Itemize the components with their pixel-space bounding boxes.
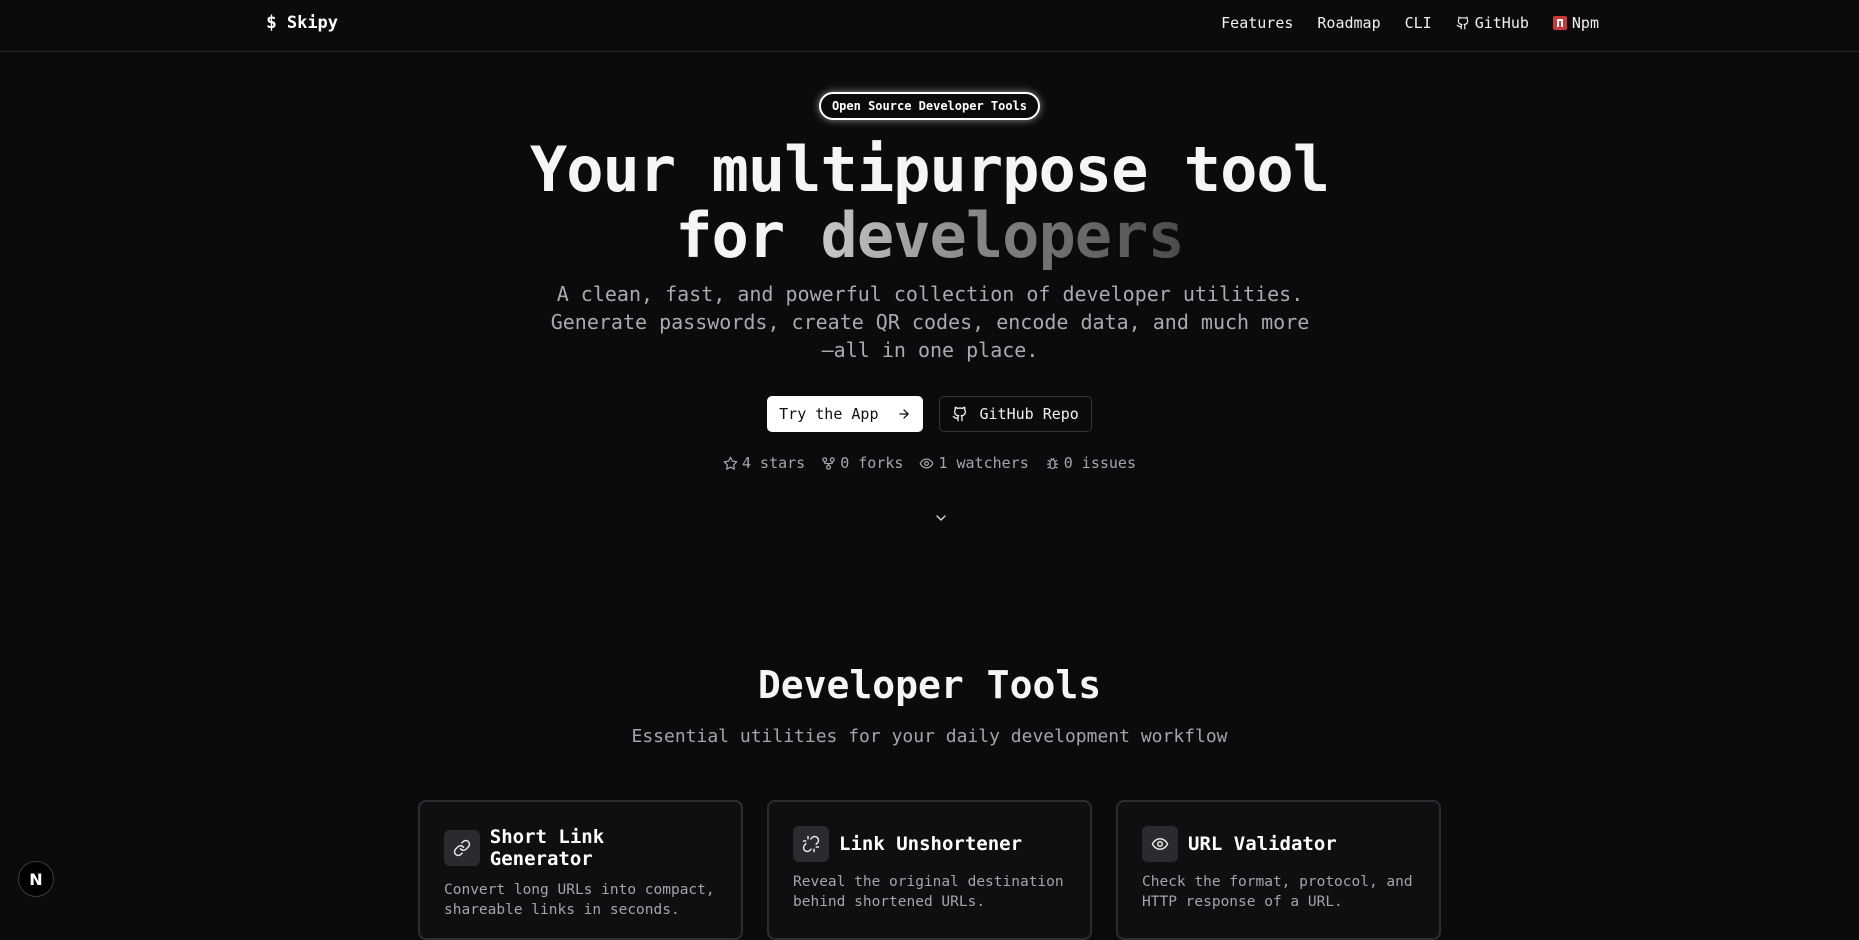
nav-link-github-label: GitHub	[1474, 14, 1529, 32]
stat-forks-label: 0 forks	[840, 454, 904, 472]
github-repo-label: GitHub Repo	[979, 405, 1079, 423]
github-repo-button[interactable]: GitHub Repo	[938, 396, 1092, 432]
dev-tools-badge[interactable]: N	[18, 861, 54, 897]
stat-forks[interactable]: 0 forks	[821, 454, 903, 472]
tool-card-title: URL Validator	[1188, 833, 1337, 855]
brand-name: Skipy	[286, 12, 339, 33]
dollar-icon: $	[266, 12, 277, 33]
tools-section-title: Developer Tools	[757, 663, 1102, 707]
cta-row: Try the App GitHub Repo	[0, 396, 1859, 432]
tool-card-link-unshortener[interactable]: Link Unshortener Reveal the original des…	[767, 800, 1092, 940]
stat-watchers[interactable]: 1 watchers	[919, 454, 1029, 472]
chevron-down-icon[interactable]	[933, 510, 949, 526]
link-icon	[444, 830, 480, 866]
npm-icon	[1552, 16, 1567, 30]
nav-link-roadmap[interactable]: Roadmap	[1317, 14, 1380, 32]
nav-link-npm[interactable]: Npm	[1552, 14, 1599, 32]
tool-card-description: Check the format, protocol, and HTTP res…	[1142, 874, 1413, 910]
eye-icon	[919, 456, 934, 471]
arrow-right-icon	[897, 407, 911, 421]
brand-logo[interactable]: $ Skipy	[266, 12, 338, 33]
try-app-button[interactable]: Try the App	[767, 396, 923, 432]
stat-stars[interactable]: 4 stars	[723, 454, 805, 472]
stat-stars-label: 4 stars	[742, 454, 806, 472]
hero-badge: Open Source Developer Tools	[819, 92, 1040, 120]
try-app-label: Try the App	[779, 405, 879, 423]
hero-title-highlight: developers	[820, 199, 1185, 272]
stat-watchers-label: 1 watchers	[938, 454, 1029, 472]
unlink-icon	[793, 826, 829, 862]
hero-title-line2: for developers	[0, 203, 1859, 269]
bug-icon	[1045, 456, 1060, 471]
hero-title: Your multipurpose tool for developers	[0, 137, 1859, 269]
github-icon	[1456, 16, 1470, 30]
hero-title-prefix: for	[675, 199, 821, 272]
nav-link-github[interactable]: GitHub	[1456, 14, 1529, 32]
stat-issues-label: 0 issues	[1063, 454, 1136, 472]
tool-card-description: Reveal the original destination behind s…	[793, 874, 1064, 910]
tool-card-short-link[interactable]: Short Link Generator Convert long URLs i…	[418, 800, 743, 940]
hero-subtitle: A clean, fast, and powerful collection o…	[550, 282, 1310, 362]
nav-link-cli[interactable]: CLI	[1405, 14, 1432, 32]
tools-section-subtitle: Essential utilities for your daily devel…	[631, 726, 1228, 747]
nav-links: Features Roadmap CLI GitHub Npm	[1221, 14, 1599, 32]
repo-stats: 4 stars 0 forks 1 watchers 0 issues	[0, 454, 1859, 472]
top-nav: $ Skipy Features Roadmap CLI GitHub Npm	[0, 0, 1859, 52]
tool-card-url-validator[interactable]: URL Validator Check the format, protocol…	[1116, 800, 1441, 940]
tool-card-description: Convert long URLs into compact, shareabl…	[444, 882, 715, 918]
fork-icon	[821, 456, 836, 471]
hero-title-line1: Your multipurpose tool	[529, 133, 1330, 206]
tool-card-title: Short Link Generator	[489, 826, 605, 870]
star-icon	[723, 456, 738, 471]
tool-card-title: Link Unshortener	[839, 833, 1023, 855]
github-icon	[952, 406, 968, 422]
nav-link-npm-label: Npm	[1571, 14, 1599, 32]
eye-icon	[1142, 826, 1178, 862]
nav-link-features[interactable]: Features	[1221, 14, 1293, 32]
stat-issues[interactable]: 0 issues	[1045, 454, 1136, 472]
